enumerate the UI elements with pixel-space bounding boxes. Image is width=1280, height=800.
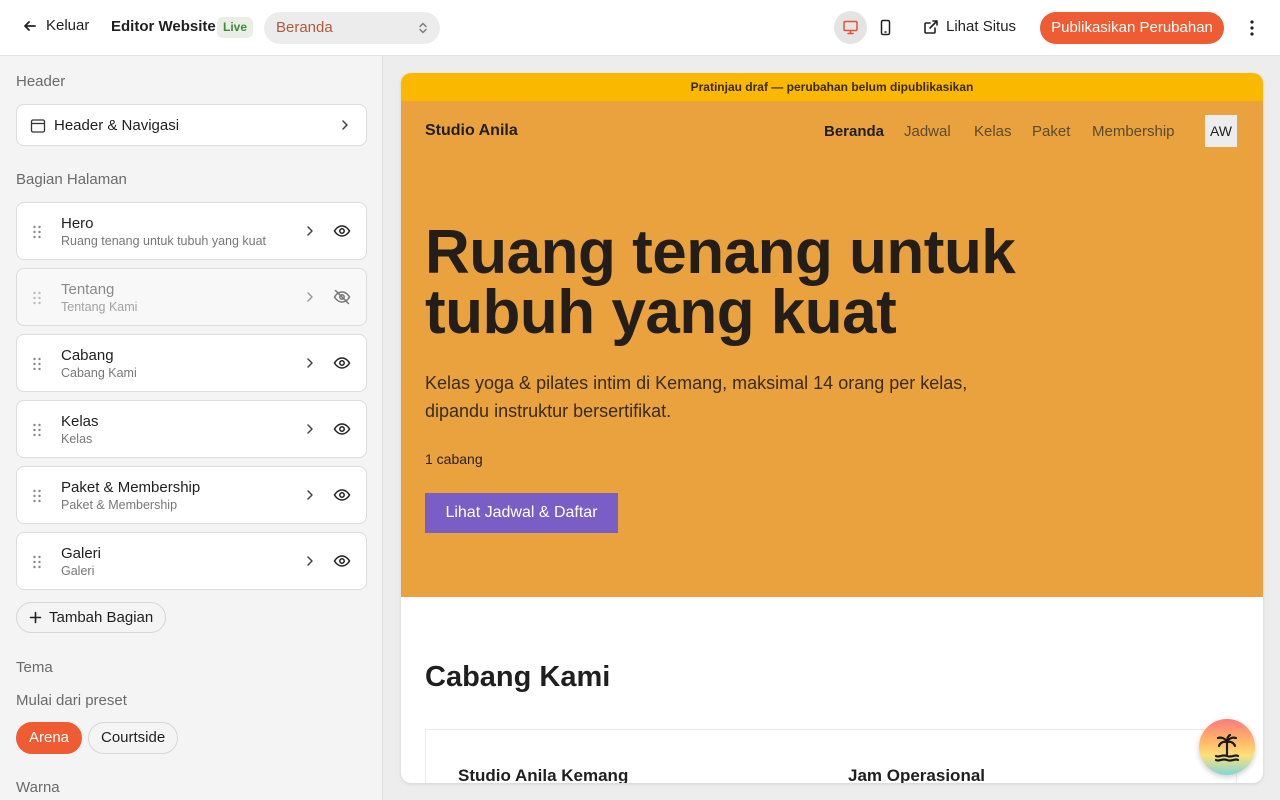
section-card-hero[interactable]: Hero Ruang tenang untuk tubuh yang kuat xyxy=(16,202,367,260)
view-site-label: Lihat Situs xyxy=(946,18,1017,35)
assistant-button[interactable] xyxy=(1199,719,1255,775)
drag-handle-icon[interactable] xyxy=(32,224,42,240)
layout-icon xyxy=(30,119,46,133)
header-nav-label: Header & Navigasi xyxy=(54,117,180,134)
nav-link-kelas[interactable]: Kelas xyxy=(974,123,1012,140)
chevron-right-icon[interactable] xyxy=(303,224,317,238)
section-subtitle: Kelas xyxy=(61,432,93,446)
palm-tree-icon xyxy=(1214,733,1240,762)
section-name: Hero xyxy=(61,215,94,232)
section-subtitle: Ruang tenang untuk tubuh yang kuat xyxy=(61,234,267,248)
chevron-right-icon xyxy=(342,120,348,130)
section-subtitle: Galeri xyxy=(61,564,95,578)
chevron-right-icon[interactable] xyxy=(303,356,317,370)
hero-title: Ruang tenang untuk tubuh yang kuat xyxy=(425,218,1016,347)
editor-sidebar[interactable]: Header Header & Navigasi Bagian Halaman … xyxy=(0,56,383,800)
sections-title: Bagian Halaman xyxy=(16,171,127,188)
smartphone-icon xyxy=(880,19,891,36)
section-card-kelas[interactable]: Kelas Kelas xyxy=(16,400,367,458)
section-name: Galeri xyxy=(61,545,102,562)
section-subtitle: Paket & Membership xyxy=(61,498,178,512)
branch-count: 1 cabang xyxy=(425,451,483,467)
eye-icon[interactable] xyxy=(333,354,351,372)
mobile-view-button[interactable] xyxy=(869,11,902,44)
branch-name: Studio Anila Kemang xyxy=(458,766,629,783)
drag-handle-icon[interactable] xyxy=(32,422,42,438)
add-section-label: Tambah Bagian xyxy=(49,609,154,626)
chevron-right-icon[interactable] xyxy=(303,488,317,502)
chevron-right-icon[interactable] xyxy=(303,422,317,436)
view-site-button[interactable]: Lihat Situs xyxy=(923,18,1016,35)
section-name: Cabang xyxy=(61,347,114,364)
eye-icon[interactable] xyxy=(333,486,351,504)
external-link-icon xyxy=(924,19,938,34)
section-subtitle: Tentang Kami xyxy=(61,300,138,314)
exit-label: Keluar xyxy=(46,17,90,34)
eye-icon[interactable] xyxy=(333,420,351,438)
drag-handle-icon[interactable] xyxy=(32,554,42,570)
chevron-right-icon[interactable] xyxy=(303,290,317,304)
eye-icon[interactable] xyxy=(333,552,351,570)
section-card-paket-membership[interactable]: Paket & Membership Paket & Membership xyxy=(16,466,367,524)
section-card-tentang[interactable]: Tentang Tentang Kami xyxy=(16,268,367,326)
status-badge: Live xyxy=(217,17,254,38)
branch-card: Studio Anila Kemang Jam Operasional xyxy=(425,729,1237,783)
arrow-left-icon xyxy=(24,20,36,31)
preset-courtside-button[interactable]: Courtside xyxy=(88,722,179,754)
add-section-button[interactable]: Tambah Bagian xyxy=(16,602,167,633)
more-vertical-icon[interactable] xyxy=(1243,17,1261,39)
nav-link-jadwal[interactable]: Jadwal xyxy=(904,123,951,140)
publish-button[interactable]: Publikasikan Perubahan xyxy=(1040,12,1224,44)
section-name: Paket & Membership xyxy=(61,479,201,496)
exit-button[interactable]: Keluar xyxy=(22,17,89,34)
nav-link-membership[interactable]: Membership xyxy=(1092,123,1175,140)
branches-title: Cabang Kami xyxy=(425,661,611,693)
hero-section[interactable]: Studio Anila Beranda Jadwal Kelas Paket … xyxy=(401,101,1263,597)
plus-icon xyxy=(29,611,42,624)
eye-off-icon[interactable] xyxy=(333,288,351,306)
avatar[interactable]: AW xyxy=(1205,115,1237,147)
top-bar: Keluar Editor Website Live Beranda Lihat… xyxy=(0,0,1280,56)
header-section-title: Header xyxy=(16,73,66,90)
theme-title: Tema xyxy=(16,659,53,676)
app-title: Editor Website xyxy=(111,18,216,35)
preset-arena-button[interactable]: Arena xyxy=(16,722,83,754)
section-name: Kelas xyxy=(61,413,99,430)
page-select[interactable]: Beranda xyxy=(264,12,440,44)
chevron-right-icon[interactable] xyxy=(303,554,317,568)
site-brand[interactable]: Studio Anila xyxy=(425,122,518,140)
monitor-icon xyxy=(843,20,858,35)
drag-handle-icon[interactable] xyxy=(32,356,42,372)
header-nav-item[interactable]: Header & Navigasi xyxy=(16,104,367,146)
preset-subtitle: Mulai dari preset xyxy=(16,692,127,709)
chevron-up-down-icon xyxy=(419,22,427,34)
section-card-cabang[interactable]: Cabang Cabang Kami xyxy=(16,334,367,392)
drag-handle-icon[interactable] xyxy=(32,488,42,504)
cta-button[interactable]: Lihat Jadwal & Daftar xyxy=(425,493,618,533)
page-select-value: Beranda xyxy=(276,19,333,36)
color-title: Warna xyxy=(16,779,60,796)
desktop-view-button[interactable] xyxy=(834,11,867,44)
nav-link-paket[interactable]: Paket xyxy=(1032,123,1070,140)
site-preview[interactable]: Pratinjau draf — perubahan belum dipubli… xyxy=(401,73,1263,783)
hours-label: Jam Operasional xyxy=(848,766,986,783)
nav-link-beranda[interactable]: Beranda xyxy=(824,123,884,140)
section-name: Tentang xyxy=(61,281,115,298)
hero-description: Kelas yoga & pilates intim di Kemang, ma… xyxy=(425,373,968,421)
draft-notice: Pratinjau draf — perubahan belum dipubli… xyxy=(401,73,1263,101)
eye-icon[interactable] xyxy=(333,222,351,240)
section-subtitle: Cabang Kami xyxy=(61,366,137,380)
section-card-galeri[interactable]: Galeri Galeri xyxy=(16,532,367,590)
drag-handle-icon[interactable] xyxy=(32,290,42,306)
